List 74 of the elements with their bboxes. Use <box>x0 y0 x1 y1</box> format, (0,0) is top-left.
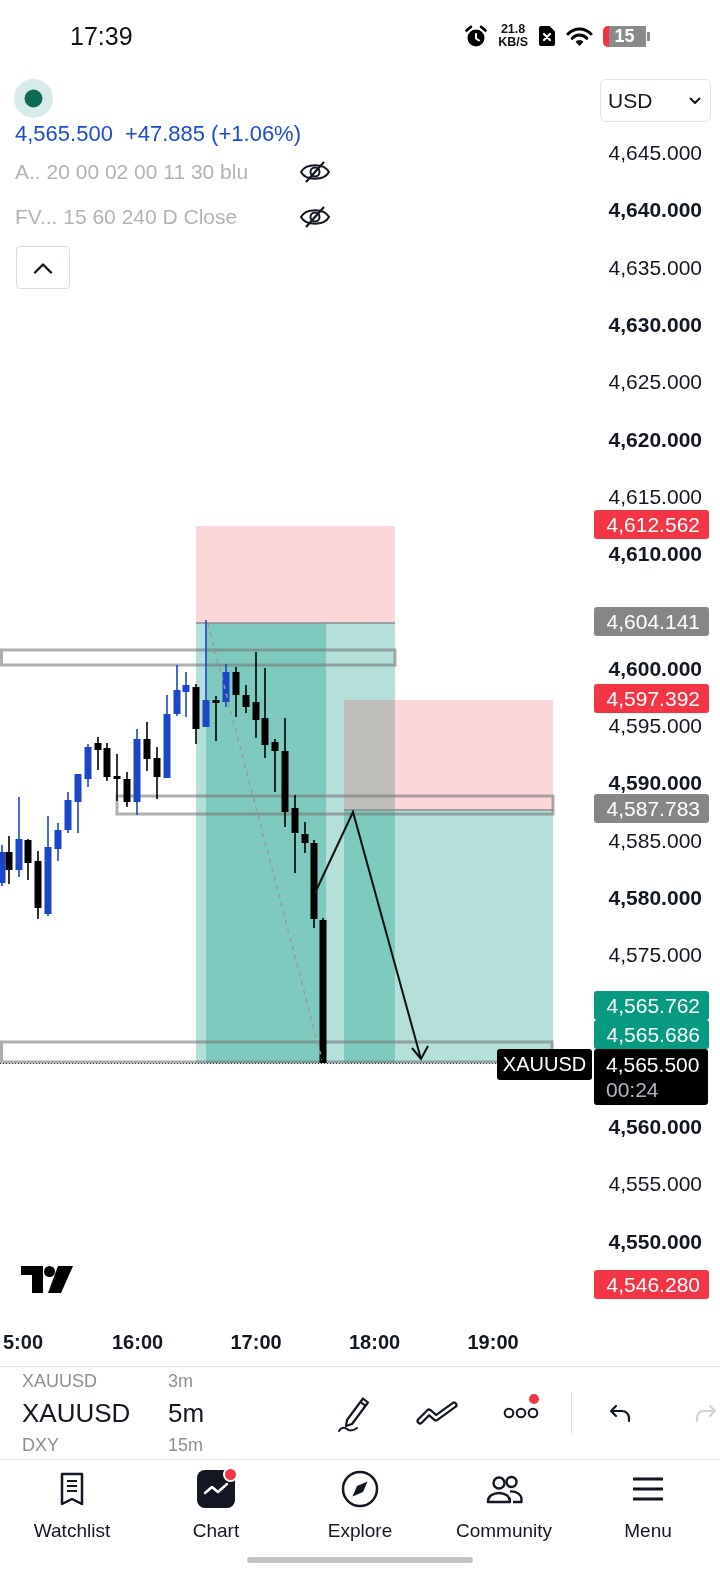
caret-down-icon <box>689 96 701 105</box>
current-price: 4,565.500 <box>606 1052 701 1079</box>
price-label: 4,597.392 <box>594 684 709 714</box>
nav-tab[interactable]: Explore <box>288 1460 432 1542</box>
candlestick <box>74 773 82 834</box>
candlestick <box>242 684 250 714</box>
network-speed-unit: KB/S <box>498 36 528 49</box>
price-axis-label: 4,635.000 <box>608 256 702 279</box>
price-axis-label: 4,580.000 <box>608 886 702 909</box>
candlestick <box>123 771 131 808</box>
candlestick <box>192 683 200 745</box>
price-axis-label: 4,560.000 <box>608 1116 702 1139</box>
candlestick <box>113 753 121 802</box>
logo-icon <box>21 1266 73 1293</box>
clock-time: 17:39 <box>70 21 133 51</box>
time-axis-label: 18:00 <box>349 1331 401 1353</box>
symbol-picker-item[interactable]: XAUUSD 5m <box>22 1393 325 1433</box>
candlestick <box>34 850 42 920</box>
price-label: 4,612.562 <box>594 510 709 540</box>
indicator-label: A.. 20 00 02 00 11 30 blu <box>15 158 250 185</box>
price-axis-label: 4,585.000 <box>608 829 702 852</box>
time-axis-label: 5:00 <box>3 1331 44 1353</box>
candlestick <box>143 721 151 772</box>
bar-countdown: 00:24 <box>606 1078 660 1103</box>
currency-dropdown[interactable]: USD <box>600 79 711 122</box>
network-speed-value: 21.8 <box>500 23 526 36</box>
price-label: 4,565.762 <box>594 991 709 1021</box>
indicator-label: FV... 15 60 240 D Close <box>15 203 239 230</box>
price-label: 4,546.280 <box>594 1269 709 1299</box>
three-dots-icon <box>503 1407 539 1419</box>
price-axis-label: 4,575.000 <box>608 944 702 967</box>
price-axis-label: 4,625.000 <box>608 371 702 394</box>
eye-slash-icon[interactable] <box>299 204 331 229</box>
wifi-icon <box>566 25 593 47</box>
price-label: 4,587.783 <box>594 794 709 824</box>
battery-indicator: 15 <box>603 25 650 47</box>
sim-card-icon <box>538 25 556 47</box>
price-axis-label: 4,555.000 <box>608 1173 702 1196</box>
time-axis-label: 16:00 <box>112 1331 164 1353</box>
candlestick <box>84 743 92 788</box>
status-dot-icon <box>14 79 53 118</box>
price-axis-label: 4,595.000 <box>608 715 702 737</box>
alarm-clock-icon <box>464 24 489 48</box>
symbol-tag: XAUUSD <box>497 1049 592 1081</box>
candlestick <box>222 663 230 708</box>
price-axis-label: 4,630.000 <box>608 313 702 336</box>
price-axis-label: 4,645.000 <box>608 142 702 164</box>
price-label: 4,565.686 <box>594 1020 709 1050</box>
candlestick <box>212 695 220 742</box>
price-axis-label: 4,550.000 <box>608 1230 702 1253</box>
last-price: 4,565.500 <box>15 120 113 148</box>
price-axis-label: 4,600.000 <box>608 657 702 680</box>
zigzag-icon <box>416 1401 458 1425</box>
nav-tab[interactable]: Community <box>432 1460 576 1542</box>
chevron-up-icon <box>33 261 53 274</box>
candlestick <box>64 791 72 834</box>
price-change: +47.885 (+1.06%) <box>124 120 301 148</box>
price-axis-label: 4,640.000 <box>608 199 702 222</box>
price-axis-label: 4,590.000 <box>608 772 702 795</box>
nav-tab[interactable]: Menu <box>576 1460 720 1542</box>
time-axis-label: 19:00 <box>467 1331 519 1353</box>
collapse-button[interactable] <box>16 246 70 289</box>
eye-slash-icon[interactable] <box>299 159 331 184</box>
price-axis-label: 4,610.000 <box>608 543 702 566</box>
candlestick <box>232 666 240 718</box>
nav-tab[interactable]: Chart <box>144 1460 288 1542</box>
price-axis-label: 4,615.000 <box>608 485 702 508</box>
nav-tab[interactable]: Watchlist <box>0 1460 144 1542</box>
candlestick <box>54 822 62 862</box>
price-label: 4,604.141 <box>594 606 709 636</box>
price-axis-label: 4,620.000 <box>608 428 702 451</box>
time-axis-label: 17:00 <box>230 1331 282 1353</box>
candlestick <box>153 746 161 800</box>
candlestick <box>271 738 279 793</box>
